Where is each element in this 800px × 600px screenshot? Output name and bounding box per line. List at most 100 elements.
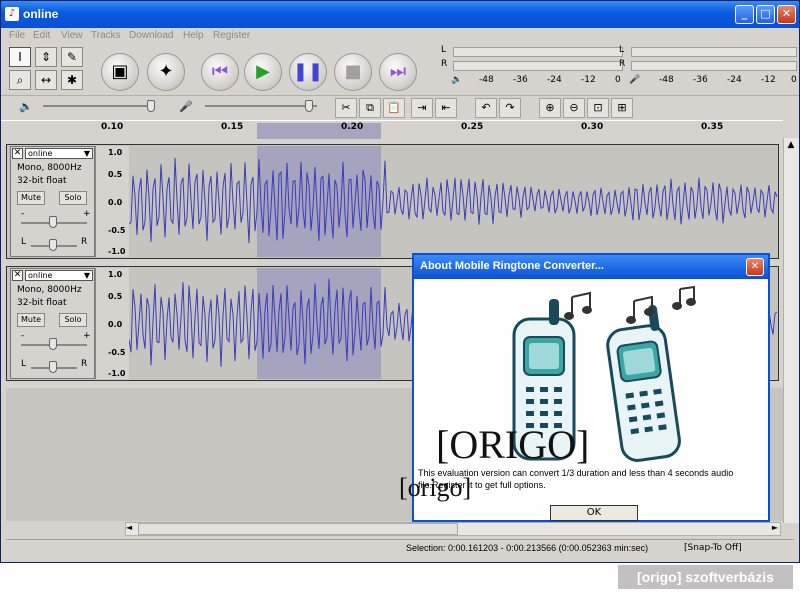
snap-status[interactable]: [Snap-To Off] [684,543,742,553]
scroll-right-icon[interactable]: ► [772,523,778,532]
ok-button[interactable]: OK [550,505,638,521]
pan-knob[interactable] [49,361,57,373]
redo-icon[interactable]: ↷ [499,98,521,118]
timeshift-tool-icon[interactable]: ↔ [35,70,57,90]
amplitude-scale: 1.0 0.5 0.0 -0.5 -1.0 [95,268,129,379]
meter-bar-r2 [631,61,797,71]
menu-download[interactable]: Download [129,30,173,41]
pan-left: L [21,237,27,247]
trim-icon[interactable]: ⇥ [411,98,433,118]
menu-tracks[interactable]: Tracks [91,30,121,41]
mute-button[interactable]: Mute [17,191,45,205]
track-format: Mono, 8000Hz [17,163,82,173]
skip-end-icon[interactable]: ⏭ [379,53,417,91]
horizontal-scrollbar[interactable]: ◄ ► [125,522,781,536]
dialog-close-button[interactable]: ✕ [746,258,764,276]
title-bar: ♪ online _ □ ✕ [1,1,799,28]
solo-button[interactable]: Solo [59,313,87,327]
menu-view[interactable]: View [61,30,83,41]
origo-badge: [origo] szoftverbázis [618,565,793,589]
tool-palette: I ⇕ ✎ ⌕ ↔ ✱ [9,45,87,93]
mic-icon: 🎤 [629,75,641,85]
mic-volume-icon: 🎤 [179,100,193,113]
menu-edit[interactable]: Edit [33,30,50,41]
play-icon[interactable]: ▶ [244,53,282,91]
scale-tick: -48 [659,75,674,85]
maximize-button[interactable]: □ [756,5,775,24]
scale-tick: -24 [727,75,742,85]
cut-icon[interactable]: ✂ [335,98,357,118]
output-meter: L L [441,45,799,60]
copy-icon[interactable]: ⧉ [359,98,381,118]
gain-knob[interactable] [49,338,57,350]
vertical-scrollbar[interactable]: ▲ [783,138,799,523]
track-bits: 32-bit float [17,176,67,186]
scale-label: 1.0 [108,148,123,157]
menu-register[interactable]: Register [213,30,250,41]
scale-tick: -48 [479,75,494,85]
gain-minus: - [21,331,25,341]
effects-icon[interactable]: ✦ [147,53,185,91]
pan-knob[interactable] [49,239,57,251]
menu-file[interactable]: File [9,30,25,41]
meter-label-r2: R [619,59,626,69]
dialog-title-bar: About Mobile Ringtone Converter... ✕ [414,255,768,279]
music-note-icon [564,285,696,324]
silence-icon[interactable]: ⇤ [435,98,457,118]
menu-help[interactable]: Help [183,30,204,41]
origo-watermark-small: [origo] [399,473,472,502]
track-name-menu[interactable]: online ▼ [25,148,93,159]
gain-knob[interactable] [49,216,57,228]
origo-watermark: [ORIGO] [436,422,590,467]
multi-tool-icon[interactable]: ✱ [61,70,83,90]
mute-button[interactable]: Mute [17,313,45,327]
track-close-icon[interactable]: ✕ [12,148,23,159]
fit-selection-icon[interactable]: ⊡ [587,98,609,118]
scale-label: 0.5 [108,170,123,179]
scale-label: 1.0 [108,270,123,279]
app-icon: ♪ [5,7,19,21]
scale-tick: -36 [513,75,528,85]
track-name-menu[interactable]: online ▼ [25,270,93,281]
pause-icon[interactable]: ❚❚ [289,53,327,91]
minimize-button[interactable]: _ [735,5,754,24]
scroll-thumb[interactable] [138,523,458,535]
record-volume-knob[interactable] [305,100,313,112]
gain-minus: - [21,209,25,219]
selection-tool-icon[interactable]: I [9,47,31,67]
zoom-in-icon[interactable]: ⊕ [539,98,561,118]
scale-label: -1.0 [108,247,126,256]
timeline-ruler[interactable]: 0.10 0.15 0.20 0.25 0.30 0.35 [1,120,783,139]
meter-bar [453,47,623,57]
close-button[interactable]: ✕ [777,5,796,24]
track-format: Mono, 8000Hz [17,285,82,295]
track-name: online [28,149,53,158]
skip-start-icon[interactable]: ⏮ [201,53,239,91]
waveform[interactable] [129,146,778,257]
scroll-up-icon[interactable]: ▲ [784,140,798,154]
track-name: online [28,271,53,280]
envelope-tool-icon[interactable]: ⇕ [35,47,57,67]
fit-project-icon[interactable]: ⊞ [611,98,633,118]
scroll-left-icon[interactable]: ◄ [126,523,132,532]
ruler-tick: 0.25 [461,122,484,132]
zoom-tool-icon[interactable]: ⌕ [9,70,31,90]
solo-button[interactable]: Solo [59,191,87,205]
pan-left: L [21,359,27,369]
track-close-icon[interactable]: ✕ [12,270,23,281]
waveform-graph [129,157,778,244]
zoom-out-icon[interactable]: ⊖ [563,98,585,118]
scale-tick: -24 [547,75,562,85]
playback-volume-slider[interactable] [43,105,155,107]
gain-plus: + [83,209,91,219]
pan-right: R [81,359,88,369]
ruler-tick: 0.35 [701,122,724,132]
record-icon[interactable]: ▣ [101,53,139,91]
playback-volume-knob[interactable] [147,100,155,112]
undo-icon[interactable]: ↶ [475,98,497,118]
window-title: online [23,7,59,21]
paste-icon[interactable]: 📋 [383,98,405,118]
draw-tool-icon[interactable]: ✎ [61,47,83,67]
record-volume-slider[interactable] [205,105,317,107]
stop-icon[interactable]: ■ [334,53,372,91]
